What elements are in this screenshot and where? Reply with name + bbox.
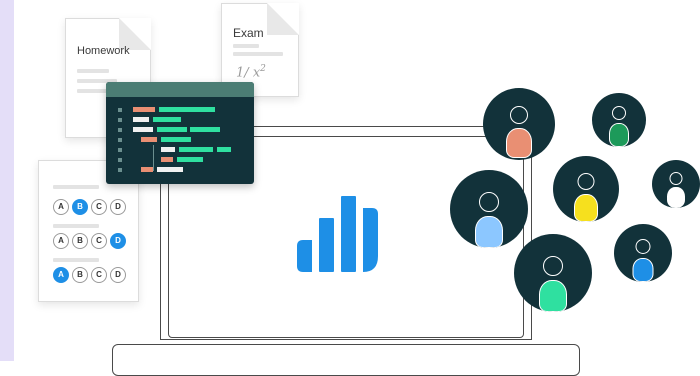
laptop-base [112,344,580,376]
text-line [233,44,259,48]
code-token [133,117,149,122]
code-token [141,137,157,142]
text-line [77,69,109,73]
code-token [190,127,220,132]
quiz-row: A B C D [53,267,126,283]
code-token [161,147,175,152]
code-token [161,137,191,142]
bar-chart-logo-icon [297,196,378,272]
code-token [133,127,153,132]
code-token [217,147,231,152]
avatar-mint [514,234,592,312]
code-token [159,107,215,112]
avatar-blue [614,224,672,282]
quiz-option-selected[interactable]: A [53,267,69,283]
exam-formula: 1/ x2 [236,64,266,81]
quiz-option[interactable]: D [110,267,126,283]
avatar-salmon [483,88,555,160]
quiz-option[interactable]: C [91,233,107,249]
homework-title: Homework [77,45,130,57]
code-token [157,167,183,172]
quiz-option-selected[interactable]: B [72,199,88,215]
quiz-option[interactable]: B [72,233,88,249]
quiz-row: A B C D [53,199,126,215]
quiz-option[interactable]: C [91,199,107,215]
quiz-option[interactable]: A [53,199,69,215]
exam-title: Exam [233,26,264,40]
code-editor-titlebar [106,82,254,97]
avatar-light-blue [450,170,528,248]
quiz-option-selected[interactable]: D [110,233,126,249]
code-editor-window [106,82,254,184]
text-line [53,185,99,189]
quiz-option[interactable]: D [110,199,126,215]
avatar-white [652,160,700,208]
code-token [161,157,173,162]
text-line [233,52,283,56]
code-token [153,117,181,122]
left-edge-strip [0,0,14,361]
quiz-option[interactable]: B [72,267,88,283]
code-token [177,157,203,162]
avatar-yellow [553,156,619,222]
code-token [141,167,153,172]
quiz-option[interactable]: A [53,233,69,249]
code-token [157,127,187,132]
indent-guide [153,145,154,171]
text-line [53,224,99,228]
avatar-green [592,93,646,147]
quiz-row: A B C D [53,233,126,249]
code-token [179,147,213,152]
page-fold [267,3,299,35]
code-token [133,107,155,112]
line-gutter [118,108,122,178]
text-line [53,258,99,262]
quiz-option[interactable]: C [91,267,107,283]
